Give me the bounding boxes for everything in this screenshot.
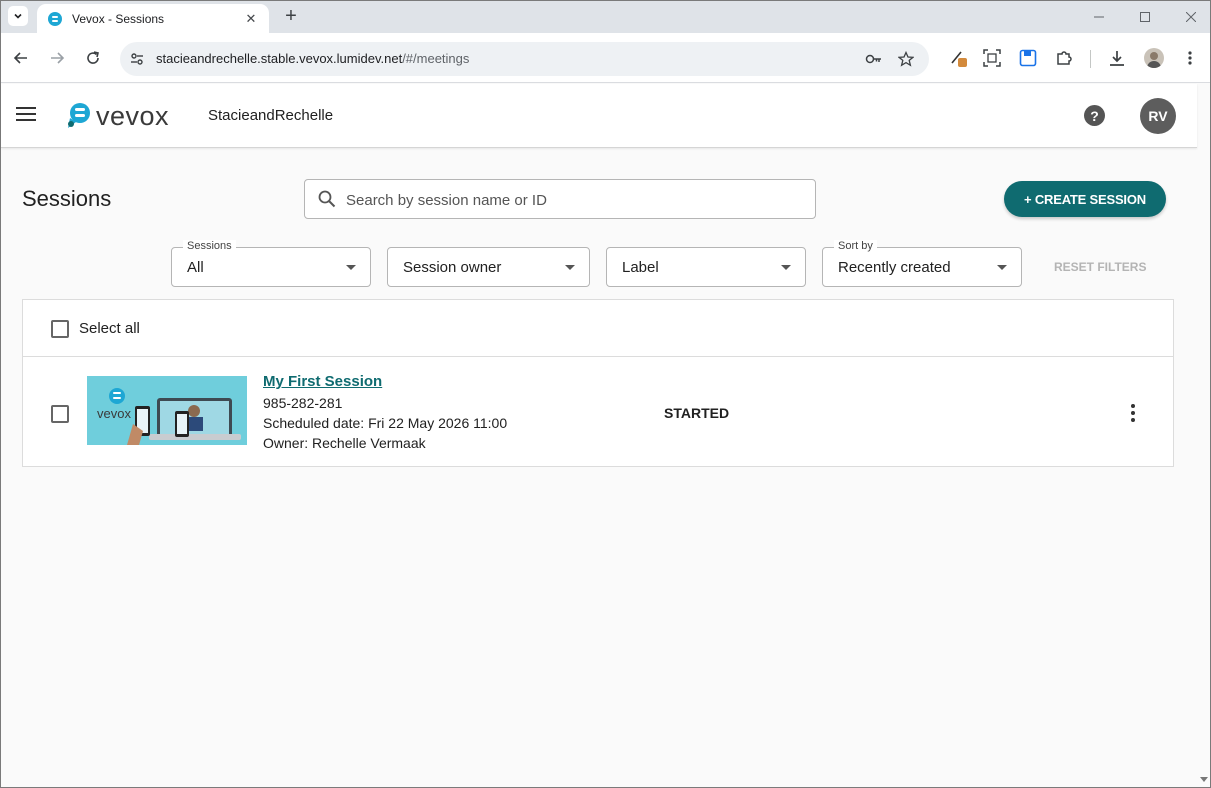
forward-icon[interactable]	[46, 47, 68, 69]
sort-by-legend: Sort by	[834, 240, 877, 252]
minimize-icon[interactable]	[1076, 1, 1122, 33]
more-options-icon[interactable]	[1128, 404, 1138, 422]
window-close-icon[interactable]	[1168, 1, 1211, 33]
session-id: 985-282-281	[263, 395, 343, 411]
reset-filters-button[interactable]: RESET FILTERS	[1054, 260, 1146, 274]
tab-title: Vevox - Sessions	[72, 11, 165, 26]
browser-tab-active[interactable]: Vevox - Sessions ✕	[37, 4, 269, 33]
sessions-filter-select[interactable]: Sessions All	[171, 240, 371, 287]
url-path: /#/meetings	[402, 51, 470, 66]
select-all-label: Select all	[79, 320, 140, 337]
browser-toolbar: stacieandrechelle.stable.vevox.lumidev.n…	[1, 33, 1210, 83]
help-icon[interactable]: ?	[1084, 105, 1105, 126]
session-scheduled-date: Scheduled date: Fri 22 May 2026 11:00	[263, 415, 508, 431]
site-info-icon[interactable]	[128, 50, 146, 68]
dropdown-arrow-icon	[781, 265, 791, 270]
new-tab-button[interactable]: +	[281, 5, 301, 27]
vevox-logo-icon	[68, 103, 90, 128]
vevox-logo[interactable]: vevox	[66, 100, 170, 131]
organisation-name: StacieandRechelle	[208, 107, 334, 124]
address-bar[interactable]: stacieandrechelle.stable.vevox.lumidev.n…	[120, 42, 929, 76]
tab-close-icon[interactable]: ✕	[243, 11, 259, 27]
user-avatar[interactable]: RV	[1140, 98, 1176, 134]
session-owner: Owner: Rechelle Vermaak	[263, 435, 426, 451]
download-icon[interactable]	[1106, 47, 1128, 69]
vevox-favicon-icon	[48, 11, 62, 26]
save-extension-icon[interactable]	[1017, 47, 1039, 69]
tab-search-button[interactable]	[8, 6, 28, 26]
sort-by-select[interactable]: Sort by Recently created	[822, 240, 1022, 287]
extension-pen-icon[interactable]	[948, 47, 970, 69]
session-owner-select[interactable]: Session owner	[387, 247, 590, 287]
app-header: vevox StacieandRechelle ? RV	[1, 84, 1197, 148]
extensions-puzzle-icon[interactable]	[1053, 47, 1075, 69]
page-title: Sessions	[22, 186, 112, 211]
list-divider	[23, 356, 1173, 357]
dropdown-arrow-icon	[997, 265, 1007, 270]
key-icon[interactable]	[865, 50, 883, 68]
url-host: stacieandrechelle.stable.vevox.lumidev.n…	[156, 51, 403, 66]
back-icon[interactable]	[10, 47, 32, 69]
scroll-down-arrow[interactable]	[1200, 777, 1208, 782]
sessions-filter-value: All	[187, 259, 204, 276]
browser-menu-icon[interactable]	[1179, 47, 1201, 69]
svg-text:vevox: vevox	[97, 406, 131, 421]
session-name-link[interactable]: My First Session	[263, 373, 382, 390]
maximize-icon[interactable]	[1122, 1, 1168, 33]
session-status: STARTED	[664, 405, 730, 421]
logo-text: vevox	[96, 100, 170, 131]
session-list: Select all vevox My First Session 985-28…	[22, 299, 1174, 467]
sessions-filter-legend: Sessions	[183, 240, 236, 252]
search-box[interactable]	[304, 179, 816, 219]
toolbar-separator	[1090, 50, 1091, 68]
dropdown-arrow-icon	[346, 265, 356, 270]
browser-tabstrip: Vevox - Sessions ✕ +	[1, 1, 1210, 33]
label-filter-value: Label	[622, 259, 659, 276]
menu-icon[interactable]	[16, 107, 36, 123]
select-all-checkbox[interactable]	[51, 320, 69, 338]
session-thumbnail-image: vevox	[87, 376, 247, 445]
session-row-checkbox[interactable]	[51, 405, 69, 423]
sort-by-value: Recently created	[838, 259, 951, 276]
url-text: stacieandrechelle.stable.vevox.lumidev.n…	[156, 51, 469, 66]
reload-icon[interactable]	[82, 47, 104, 69]
session-owner-value: Session owner	[403, 259, 502, 276]
screenshot-icon[interactable]	[981, 47, 1003, 69]
dropdown-arrow-icon	[565, 265, 575, 270]
create-session-button[interactable]: + CREATE SESSION	[1004, 181, 1166, 217]
label-filter-select[interactable]: Label	[606, 247, 806, 287]
search-icon	[318, 190, 336, 208]
session-thumbnail[interactable]: vevox	[87, 376, 247, 445]
profile-avatar[interactable]	[1144, 48, 1164, 68]
bookmark-star-icon[interactable]	[897, 50, 915, 68]
search-input[interactable]	[346, 189, 796, 211]
chevron-down-icon	[14, 13, 22, 19]
